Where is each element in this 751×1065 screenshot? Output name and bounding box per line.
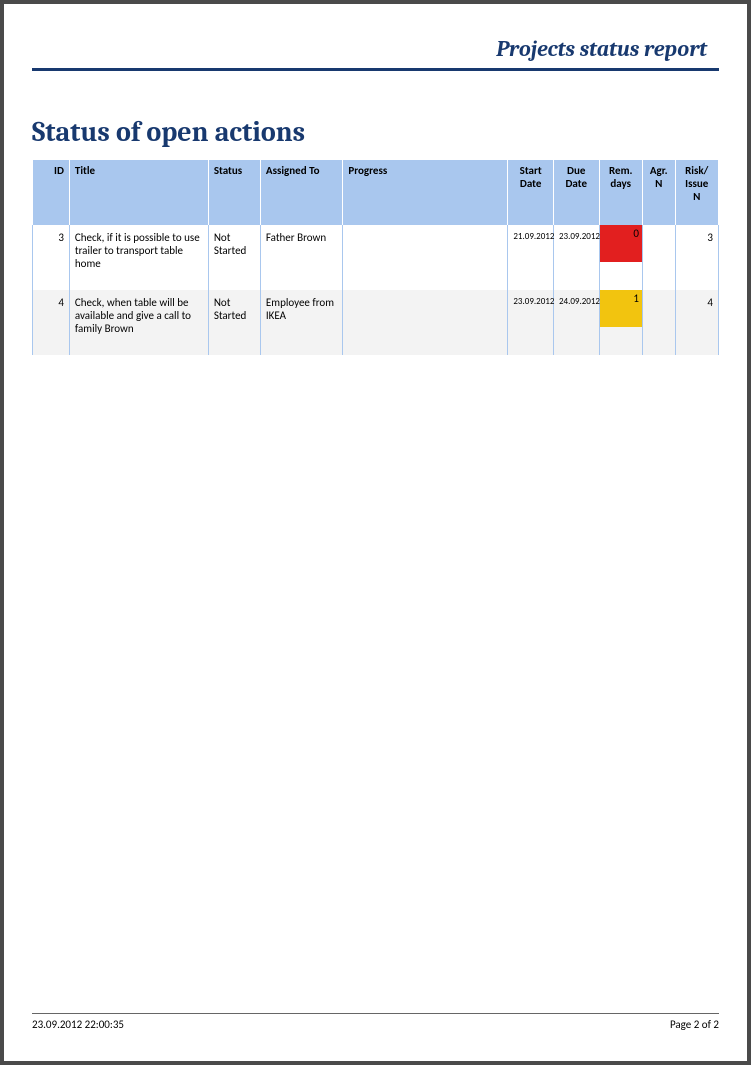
col-id: ID [33,160,70,225]
cell-due: 23.09.2012 [553,225,599,290]
cell-status: Not Started [208,225,260,290]
cell-agr [642,290,675,355]
cell-rem: 1 [599,290,642,355]
col-rem: Rem. days [599,160,642,225]
page-content: Projects status report Status of open ac… [32,28,719,1031]
footer-timestamp: 23.09.2012 22:00:35 [32,1018,124,1031]
cell-id: 3 [33,225,70,290]
col-status: Status [208,160,260,225]
col-start: Start Date [508,160,554,225]
page-footer: 23.09.2012 22:00:35 Page 2 of 2 [32,1013,719,1031]
table-header-row: ID Title Status Assigned To Progress Sta… [33,160,719,225]
page-header: Projects status report [32,36,719,71]
col-assigned: Assigned To [260,160,342,225]
report-title: Projects status report [496,36,719,62]
cell-progress [343,225,508,290]
cell-start: 21.09.2012 [508,225,554,290]
cell-due: 24.09.2012 [553,290,599,355]
col-progress: Progress [343,160,508,225]
cell-assigned: Employee from IKEA [260,290,342,355]
cell-title: Check, if it is possible to use trailer … [69,225,208,290]
actions-table: ID Title Status Assigned To Progress Sta… [32,160,719,355]
col-title: Title [69,160,208,225]
cell-progress [343,290,508,355]
cell-agr [642,225,675,290]
rem-days-badge: 0 [600,225,642,262]
cell-status: Not Started [208,290,260,355]
document-page: Projects status report Status of open ac… [0,0,751,1065]
table-row: 3 Check, if it is possible to use traile… [33,225,719,290]
cell-assigned: Father Brown [260,225,342,290]
cell-risk: 4 [675,290,719,355]
cell-title: Check, when table will be available and … [69,290,208,355]
section-heading: Status of open actions [32,116,719,148]
cell-risk: 3 [675,225,719,290]
cell-id: 4 [33,290,70,355]
footer-page: Page 2 of 2 [670,1018,719,1031]
col-agr: Agr. N [642,160,675,225]
rem-days-badge: 1 [600,290,642,327]
col-risk: Risk/ Issue N [675,160,719,225]
cell-start: 23.09.2012 [508,290,554,355]
cell-rem: 0 [599,225,642,290]
table-row: 4 Check, when table will be available an… [33,290,719,355]
col-due: Due Date [553,160,599,225]
